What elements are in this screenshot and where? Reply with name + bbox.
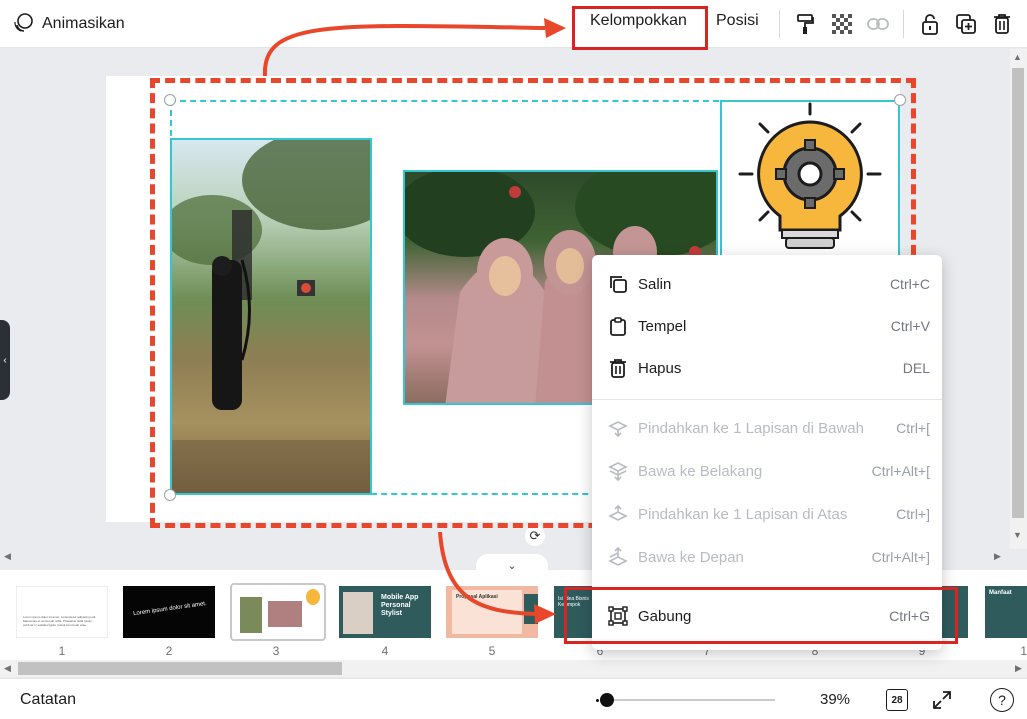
page-number: 1 (1020, 644, 1027, 658)
trash-icon (606, 356, 630, 380)
duplicate-icon[interactable] (952, 10, 980, 38)
unlock-icon[interactable] (916, 10, 944, 38)
annotation-highlight-group-button (572, 6, 708, 50)
menu-item-shortcut: Ctrl+V (890, 318, 930, 334)
filmstrip-scroll-thumb[interactable] (18, 662, 342, 675)
bring-front-icon (606, 545, 630, 569)
menu-item-copy[interactable]: Salin Ctrl+C (592, 263, 942, 305)
menu-item-send-to-back[interactable]: Bawa ke Belakang Ctrl+Alt+[ (592, 450, 942, 492)
menu-item-shortcut: Ctrl+] (896, 506, 930, 522)
paste-icon (606, 314, 630, 338)
menu-item-shortcut: Ctrl+C (889, 276, 930, 292)
menu-item-move-down-one-layer[interactable]: Pindahkan ke 1 Lapisan di Bawah Ctrl+[ (592, 407, 942, 449)
zoom-slider-knob[interactable] (600, 693, 614, 707)
page-thumbnail-5[interactable]: Proposal Aplikasi (446, 586, 538, 638)
link-icon[interactable] (864, 10, 892, 38)
help-icon[interactable]: ? (990, 688, 1014, 712)
page-number: 5 (488, 644, 496, 658)
thumb-photo (343, 592, 373, 634)
zoom-level[interactable]: 39% (820, 691, 850, 708)
thumb-bulb (306, 589, 320, 605)
menu-item-bring-to-front[interactable]: Bawa ke Depan Ctrl+Alt+] (592, 536, 942, 578)
side-panel-toggle[interactable]: ‹ (0, 320, 10, 400)
filmstrip-scroll-right-arrow[interactable]: ▶ (1015, 663, 1022, 674)
zoom-slider-track[interactable] (600, 699, 775, 701)
animate-icon (12, 11, 34, 38)
page-thumbnail-1[interactable]: Lorem ipsum dolor sit amet, consectetur … (16, 586, 108, 638)
editor-toolbar: Animasikan Kelompokkan Posisi (0, 0, 1027, 48)
notes-button[interactable]: Catatan (20, 691, 76, 709)
canvas-scroll-left-arrow[interactable]: ◀ (4, 551, 11, 562)
page-number: 1 (58, 644, 66, 658)
paint-roller-icon[interactable] (791, 10, 819, 38)
menu-item-label: Hapus (638, 359, 682, 377)
page-thumbnail-4[interactable]: Mobile App Personal Stylist (339, 586, 431, 638)
thumb-photo (268, 601, 302, 627)
toolbar-divider (779, 10, 780, 38)
menu-item-shortcut: DEL (902, 360, 930, 376)
scroll-down-arrow[interactable]: ▼ (1013, 530, 1022, 540)
zoom-slider-min-dot (596, 699, 599, 702)
page-count-button[interactable]: 28 (886, 689, 908, 711)
trash-icon[interactable] (988, 10, 1016, 38)
thumb-photo (240, 597, 262, 633)
menu-item-shortcut: Ctrl+Alt+] (871, 549, 930, 565)
annotation-highlight-group-menu-item (564, 587, 958, 644)
copy-icon (606, 272, 630, 296)
vertical-scroll-thumb[interactable] (1012, 68, 1024, 518)
page-number: 2 (165, 644, 173, 658)
page-thumbnail-3-selected[interactable] (230, 583, 326, 641)
menu-item-paste[interactable]: Tempel Ctrl+V (592, 305, 942, 347)
menu-item-shortcut: Ctrl+[ (896, 420, 930, 436)
page-thumbnail-2[interactable]: Lorem ipsum dolor sit amet. (123, 586, 215, 638)
status-bar: Catatan 39% 28 ? (0, 678, 1027, 719)
page-thumbnail-10[interactable]: Manfaat (985, 586, 1027, 638)
scroll-up-arrow[interactable]: ▲ (1013, 52, 1022, 62)
position-button[interactable]: Posisi (716, 12, 759, 30)
animate-label: Animasikan (42, 15, 125, 32)
layer-down-icon (606, 416, 630, 440)
fullscreen-icon[interactable] (930, 688, 954, 712)
rotate-handle[interactable]: ⟳ (525, 526, 545, 546)
toolbar-divider (903, 10, 904, 38)
menu-divider (592, 399, 942, 400)
menu-item-shortcut: Ctrl+Alt+[ (871, 463, 930, 479)
page-number: 4 (381, 644, 389, 658)
filmstrip-scroll-left-arrow[interactable]: ◀ (4, 663, 11, 674)
menu-item-move-up-one-layer[interactable]: Pindahkan ke 1 Lapisan di Atas Ctrl+] (592, 493, 942, 535)
send-back-icon (606, 459, 630, 483)
transparency-icon[interactable] (828, 10, 856, 38)
canvas-scroll-right-arrow[interactable]: ▶ (994, 551, 1001, 562)
layer-up-icon (606, 502, 630, 526)
animate-button[interactable]: Animasikan (12, 10, 125, 38)
page-number: 3 (272, 644, 280, 658)
menu-item-delete[interactable]: Hapus DEL (592, 347, 942, 389)
